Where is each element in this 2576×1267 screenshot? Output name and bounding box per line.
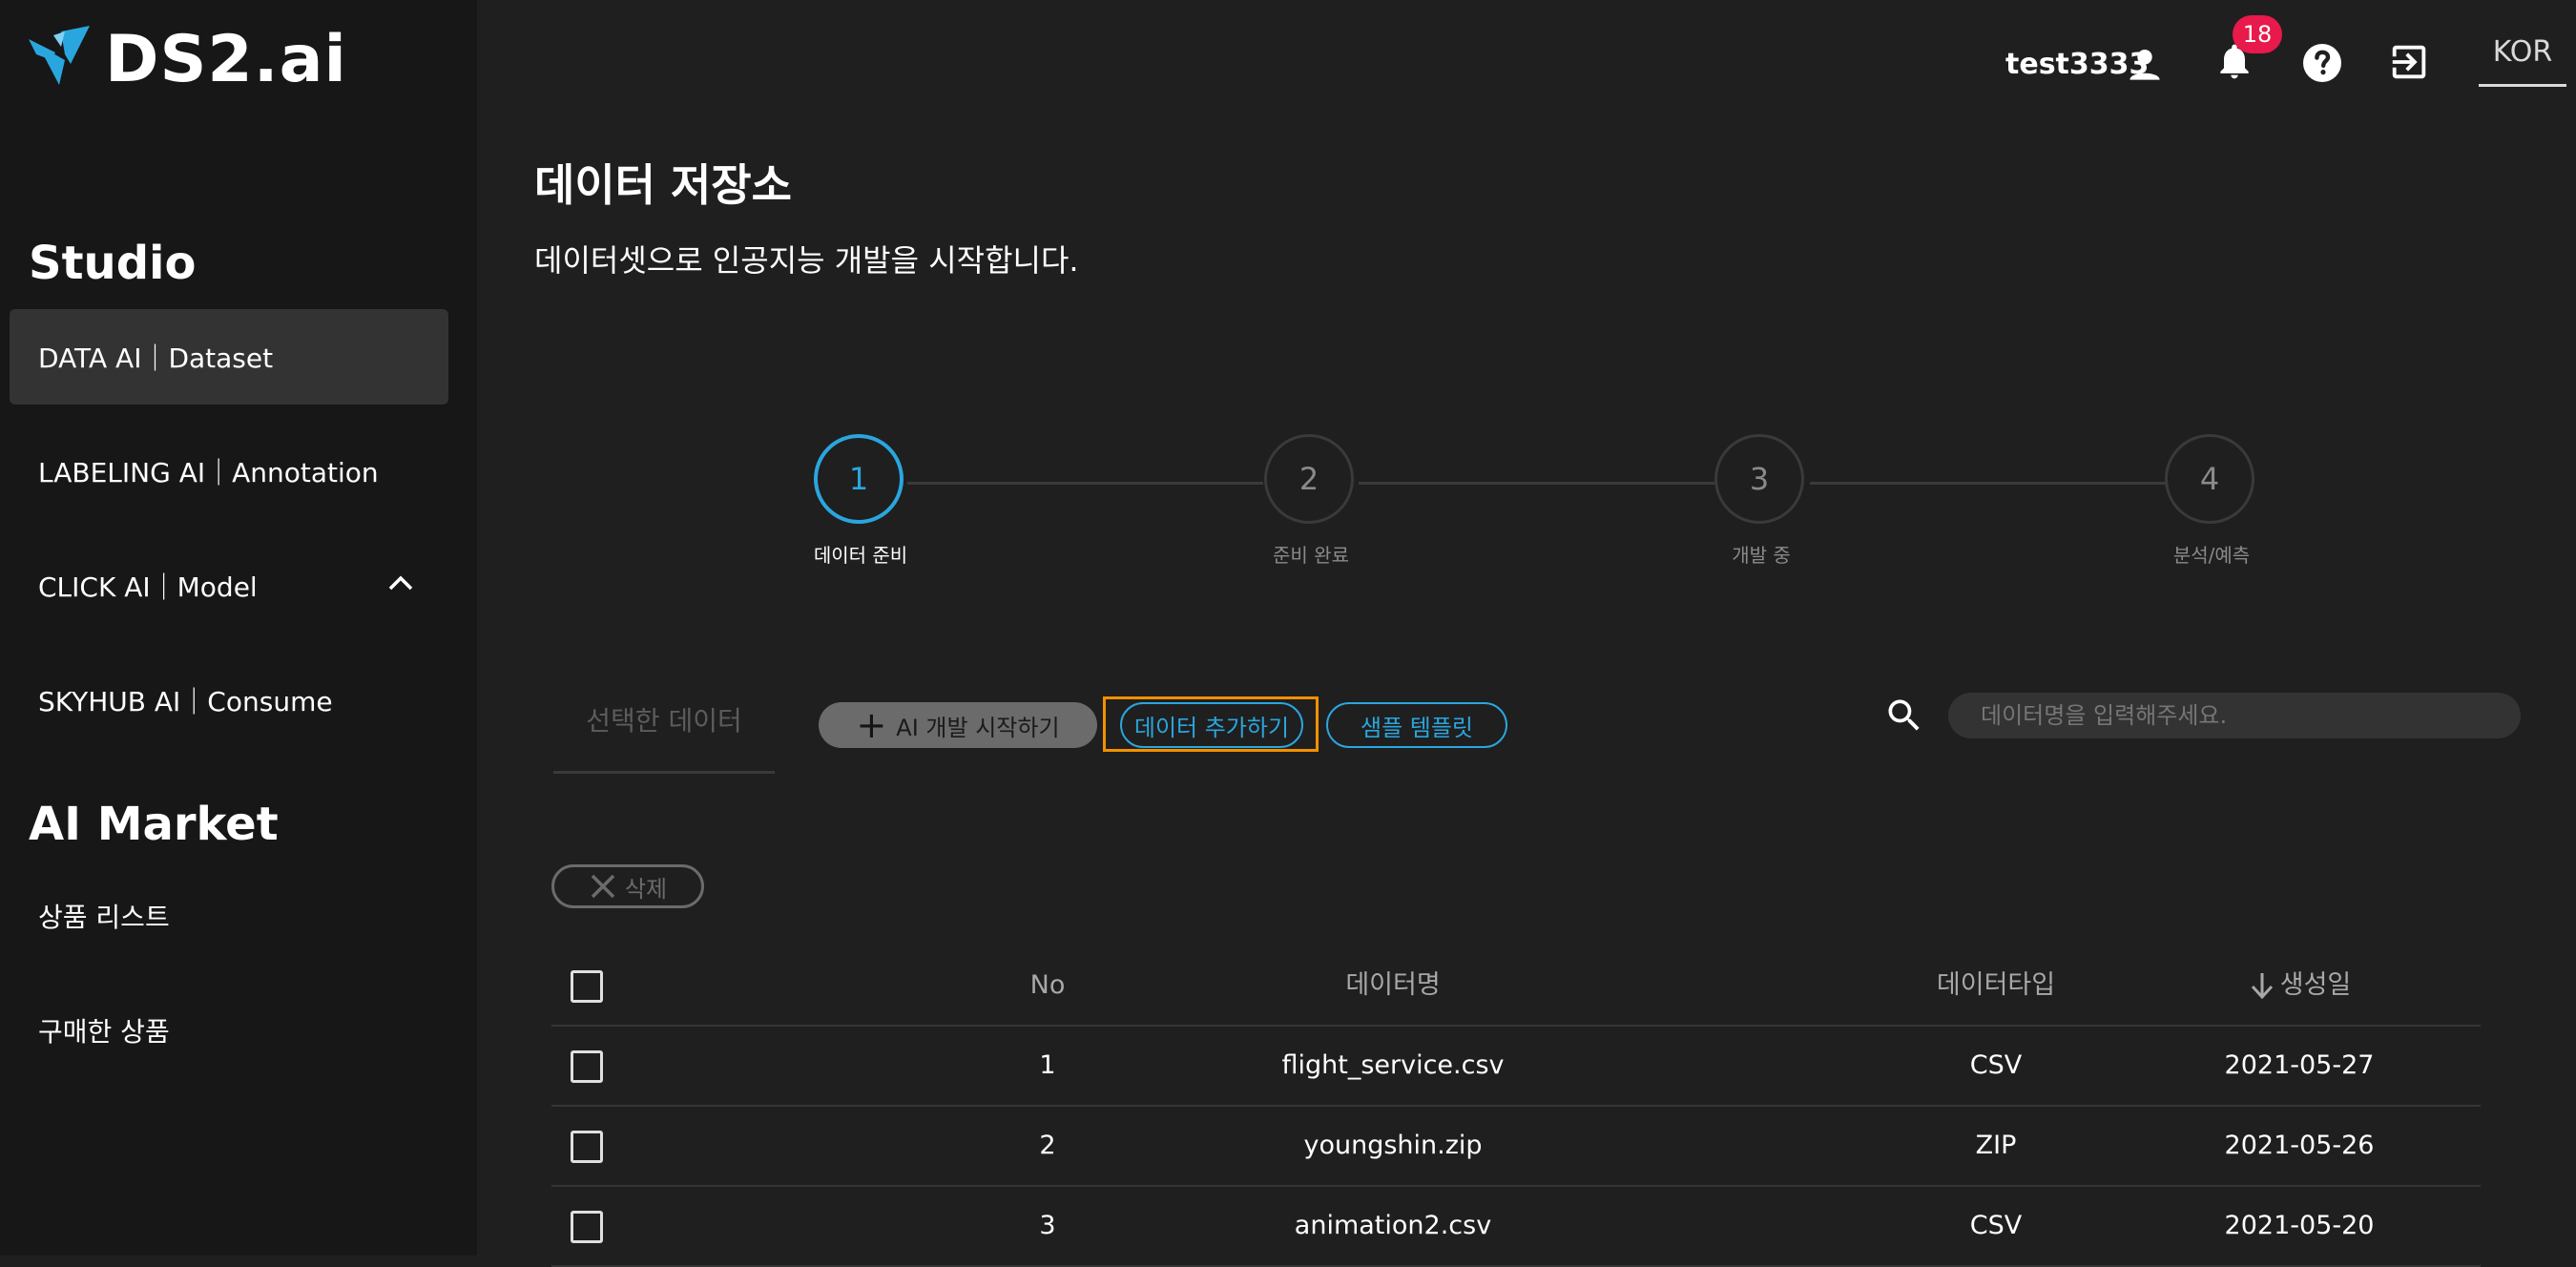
close-icon [591,874,615,899]
column-header-name[interactable]: 데이터명 [1107,946,1679,1025]
sidebar: DS2.ai Studio DATA AI｜Dataset LABELING A… [0,0,477,1256]
cell-date: 2021-05-20 [2224,1211,2375,1240]
start-ai-development-button[interactable]: + AI 개발 시작하기 [819,702,1097,748]
step-1-circle: 1 [814,434,904,524]
sidebar-item-data-ai[interactable]: DATA AI｜Dataset [10,309,448,405]
step-3-circle: 3 [1714,434,1804,524]
search-input[interactable] [1948,693,2521,738]
tab-selected-data[interactable]: 선택한 데이터 [553,696,775,774]
cell-no: 2 [1039,1131,1056,1160]
delete-button[interactable]: 삭제 [551,864,704,908]
step-3-label: 개발 중 [1732,544,1791,567]
sidebar-item-label: CLICK AI｜Model [38,571,258,603]
cell-date: 2021-05-26 [2224,1131,2375,1160]
cell-type: CSV [1969,1050,2023,1080]
sidebar-item-click-ai[interactable]: CLICK AI｜Model [10,538,448,634]
step-4-circle: 4 [2165,434,2254,524]
sidebar-item-label: SKYHUB AI｜Consume [38,686,333,717]
cell-date: 2021-05-27 [2224,1050,2375,1080]
cell-type: ZIP [1975,1131,2017,1160]
plus-icon: + [856,704,887,746]
cell-no: 1 [1039,1050,1056,1080]
step-connector [1359,482,1714,485]
cell-no: 3 [1039,1211,1056,1240]
column-header-type[interactable]: 데이터타입 [1881,946,2110,1025]
row-checkbox[interactable] [571,1050,603,1083]
data-table: No 데이터명 데이터타입 생성일 1 flight_service.csv C… [551,946,2481,1267]
sidebar-item-label: DATA AI｜Dataset [38,343,274,374]
step-1-label: 데이터 준비 [813,544,908,567]
language-selector[interactable]: KOR [2479,31,2566,87]
page-subtitle: 데이터셋으로 인공지능 개발을 시작합니다. [534,242,1079,279]
row-checkbox[interactable] [571,1131,603,1163]
sample-template-button[interactable]: 샘플 템플릿 [1326,702,1507,748]
column-header-no[interactable]: No [971,946,1124,1025]
sidebar-item-labeling-ai[interactable]: LABELING AI｜Annotation [10,424,448,519]
select-all-checkbox[interactable] [571,970,603,1003]
table-header-row: No 데이터명 데이터타입 생성일 [551,946,2481,1027]
table-row[interactable]: 2 youngshin.zip ZIP 2021-05-26 [551,1107,2481,1187]
sidebar-item-product-list[interactable]: 상품 리스트 [10,868,448,964]
cell-name[interactable]: animation2.csv [1107,1187,1679,1265]
help-icon[interactable] [2299,40,2345,86]
table-row[interactable]: 3 animation2.csv CSV 2021-05-20 [551,1187,2481,1267]
logout-icon[interactable] [2387,40,2431,84]
user-icon[interactable] [2124,44,2166,86]
delete-label: 삭제 [624,875,668,903]
brand-name: DS2.ai [105,21,347,97]
cell-name[interactable]: flight_service.csv [1107,1027,1679,1105]
sidebar-item-label: 구매한 상품 [38,1016,170,1048]
column-header-date-label: 생성일 [2279,970,2352,1000]
arrow-down-icon [2251,973,2273,1000]
page-title: 데이터 저장소 [534,159,792,211]
sidebar-item-purchased[interactable]: 구매한 상품 [10,983,448,1078]
step-2-circle: 2 [1264,434,1354,524]
sidebar-item-label: LABELING AI｜Annotation [38,457,379,488]
notification-badge: 18 [2233,15,2282,53]
search-icon[interactable] [1883,695,1925,737]
step-4-label: 분석/예측 [2172,544,2251,567]
brand-logo[interactable]: DS2.ai [27,21,347,97]
cell-name[interactable]: youngshin.zip [1107,1107,1679,1185]
sidebar-item-label: 상품 리스트 [38,902,170,933]
chevron-up-icon[interactable] [387,574,414,592]
column-header-date[interactable]: 생성일 [2185,946,2414,1025]
cell-type: CSV [1969,1211,2023,1240]
sidebar-item-skyhub-ai[interactable]: SKYHUB AI｜Consume [10,653,448,748]
step-2-label: 준비 완료 [1273,544,1349,567]
step-connector [1810,482,2166,485]
step-connector [907,482,1263,485]
studio-section-title: Studio [29,237,197,290]
add-data-button[interactable]: 데이터 추가하기 [1120,702,1303,748]
ds2-logo-icon [29,26,90,85]
ai-market-section-title: AI Market [29,798,279,851]
start-ai-development-label: AI 개발 시작하기 [896,714,1060,741]
row-checkbox[interactable] [571,1211,603,1243]
table-row[interactable]: 1 flight_service.csv CSV 2021-05-27 [551,1027,2481,1107]
